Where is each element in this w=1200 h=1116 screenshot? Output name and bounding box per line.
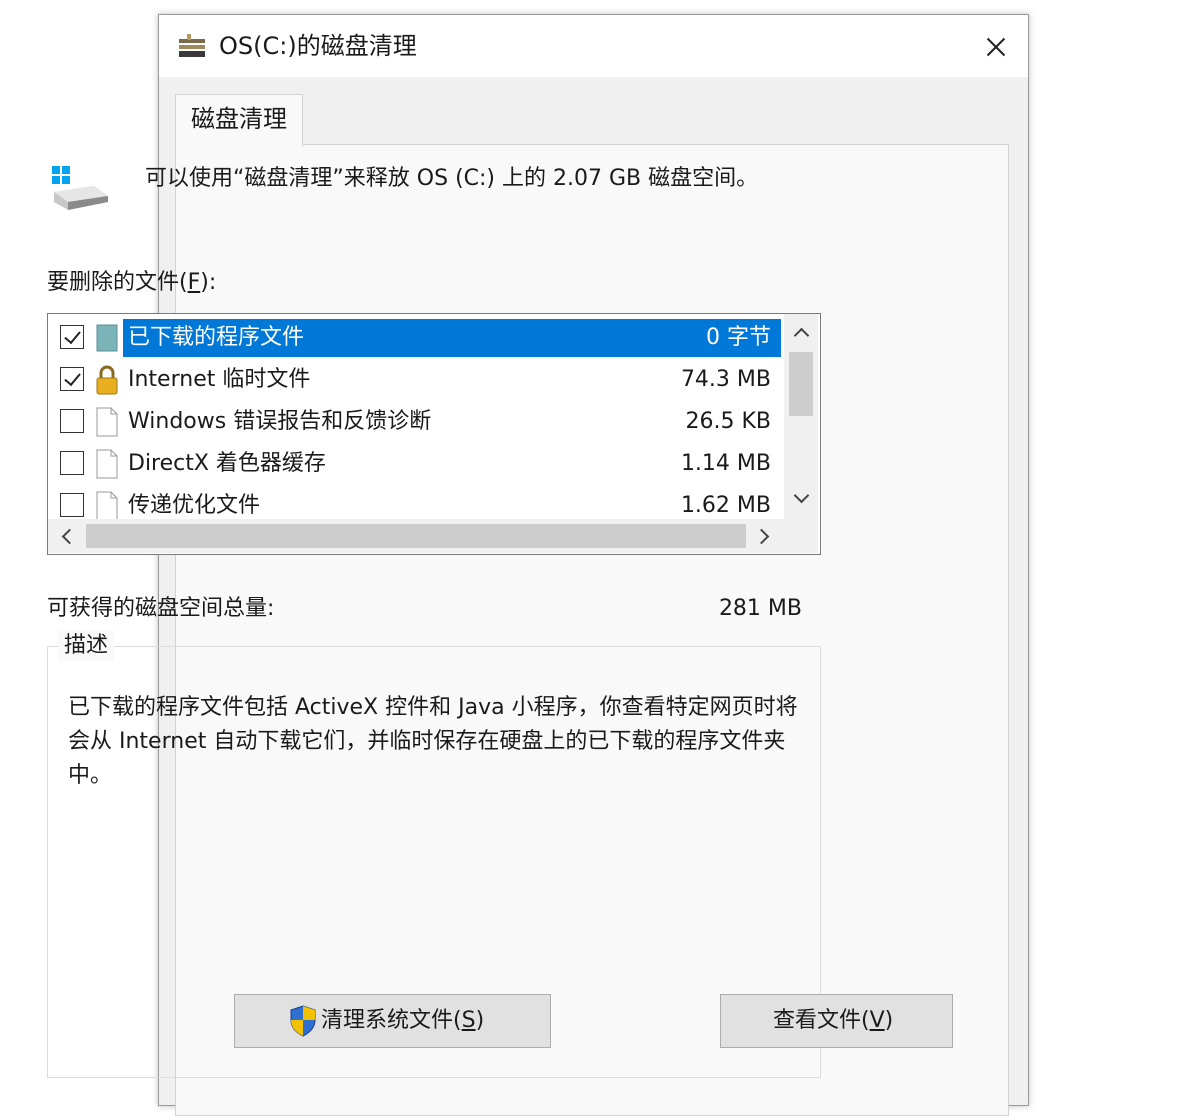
cleanup-system-files-label: 清理系统文件(S) — [321, 1008, 485, 1033]
scroll-left-button[interactable] — [50, 519, 84, 553]
tab-disk-cleanup[interactable]: 磁盘清理 — [175, 94, 303, 147]
item-name-area[interactable]: Windows 错误报告和反馈诊断 26.5 KB — [123, 403, 781, 441]
item-checkbox[interactable] — [60, 493, 84, 517]
check-icon — [64, 368, 81, 387]
item-checkbox[interactable] — [60, 325, 84, 349]
item-checkbox[interactable] — [60, 409, 84, 433]
item-size: 0 字节 — [706, 325, 771, 350]
item-name-area[interactable]: 传递优化文件 1.62 MB — [123, 487, 781, 519]
list-item[interactable]: 已下载的程序文件 0 字节 — [48, 317, 782, 359]
list-item[interactable]: DirectX 着色器缓存 1.14 MB — [48, 443, 782, 485]
item-checkbox[interactable] — [60, 451, 84, 475]
description-text: 已下载的程序文件包括 ActiveX 控件和 Java 小程序，你查看特定网页时… — [68, 695, 798, 788]
item-size: 26.5 KB — [685, 409, 772, 434]
file-icon — [96, 449, 118, 479]
scroll-right-button[interactable] — [748, 519, 782, 553]
scroll-down-button[interactable] — [784, 482, 818, 516]
item-name: Internet 临时文件 — [128, 367, 311, 392]
lock-icon — [96, 365, 118, 395]
chevron-down-icon — [793, 487, 810, 504]
total-space-label: 可获得的磁盘空间总量: — [47, 596, 275, 621]
drive-icon — [52, 166, 108, 210]
list-item[interactable]: Windows 错误报告和反馈诊断 26.5 KB — [48, 401, 782, 443]
description-legend: 描述 — [58, 631, 115, 661]
chevron-left-icon — [61, 528, 78, 545]
item-name-area[interactable]: Internet 临时文件 74.3 MB — [123, 361, 781, 399]
folder-icon — [96, 324, 118, 352]
view-files-label: 查看文件(V) — [773, 1008, 894, 1033]
item-size: 1.62 MB — [680, 493, 771, 518]
tab-label: 磁盘清理 — [191, 105, 287, 133]
close-button[interactable] — [969, 25, 1021, 69]
disk-cleanup-app-icon — [179, 34, 205, 57]
scrollbar-corner — [784, 519, 818, 553]
item-size: 74.3 MB — [680, 367, 771, 392]
chevron-right-icon — [753, 528, 770, 545]
item-size: 1.14 MB — [680, 451, 771, 476]
view-files-button[interactable]: 查看文件(V) — [720, 994, 953, 1048]
shield-icon — [290, 1005, 316, 1037]
item-name: DirectX 着色器缓存 — [128, 451, 326, 476]
title-bar: OS(C:)的磁盘清理 — [159, 15, 1028, 77]
files-to-delete-label: 要删除的文件(F): — [47, 270, 217, 295]
total-space-value: 281 MB — [718, 596, 802, 621]
file-icon — [96, 407, 118, 437]
chevron-up-icon — [793, 327, 810, 344]
check-icon — [64, 326, 81, 345]
item-name: 传递优化文件 — [128, 493, 261, 518]
files-list[interactable]: 已下载的程序文件 0 字节 Internet 临时文件 74.3 MB Wind… — [47, 313, 821, 555]
item-name: Windows 错误报告和反馈诊断 — [128, 409, 432, 434]
item-checkbox[interactable] — [60, 367, 84, 391]
cleanup-system-files-button[interactable]: 清理系统文件(S) — [234, 994, 551, 1048]
list-item[interactable]: Internet 临时文件 74.3 MB — [48, 359, 782, 401]
file-icon — [96, 491, 118, 519]
item-name: 已下载的程序文件 — [128, 325, 305, 350]
item-name-area[interactable]: DirectX 着色器缓存 1.14 MB — [123, 445, 781, 483]
vertical-scroll-thumb[interactable] — [789, 352, 813, 416]
item-name-selected[interactable]: 已下载的程序文件 0 字节 — [123, 319, 781, 357]
scroll-up-button[interactable] — [784, 316, 818, 350]
horizontal-scroll-thumb[interactable] — [86, 524, 746, 548]
list-item[interactable]: 传递优化文件 1.62 MB — [48, 485, 782, 519]
window-title: OS(C:)的磁盘清理 — [219, 32, 417, 60]
vertical-scrollbar[interactable] — [784, 314, 818, 519]
horizontal-scrollbar[interactable] — [48, 519, 784, 553]
intro-text: 可以使用“磁盘清理”来释放 OS (C:) 上的 2.07 GB 磁盘空间。 — [145, 166, 759, 191]
